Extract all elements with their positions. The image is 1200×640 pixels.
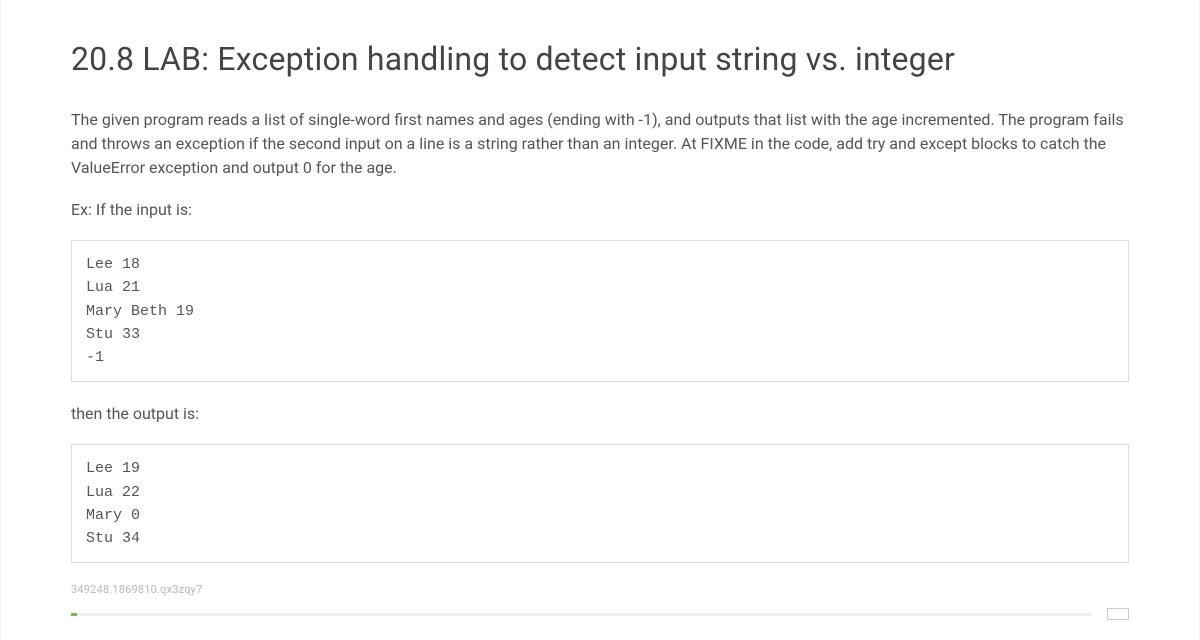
output-example-block: Lee 19 Lua 22 Mary 0 Stu 34 <box>71 444 1129 563</box>
then-output-text: then the output is: <box>71 402 1129 426</box>
progress-track <box>71 613 1091 616</box>
input-example-block: Lee 18 Lua 21 Mary Beth 19 Stu 33 -1 <box>71 240 1129 382</box>
example-prompt: Ex: If the input is: <box>71 198 1129 222</box>
progress-fill <box>71 613 77 616</box>
lab-description: The given program reads a list of single… <box>71 108 1129 180</box>
footer-code: 349248.1869810.qx3zqy7 <box>71 583 1129 596</box>
lab-content: 20.8 LAB: Exception handling to detect i… <box>0 0 1200 640</box>
lab-title: 20.8 LAB: Exception handling to detect i… <box>71 40 1129 78</box>
progress-row <box>71 608 1129 620</box>
corner-box <box>1107 608 1129 620</box>
